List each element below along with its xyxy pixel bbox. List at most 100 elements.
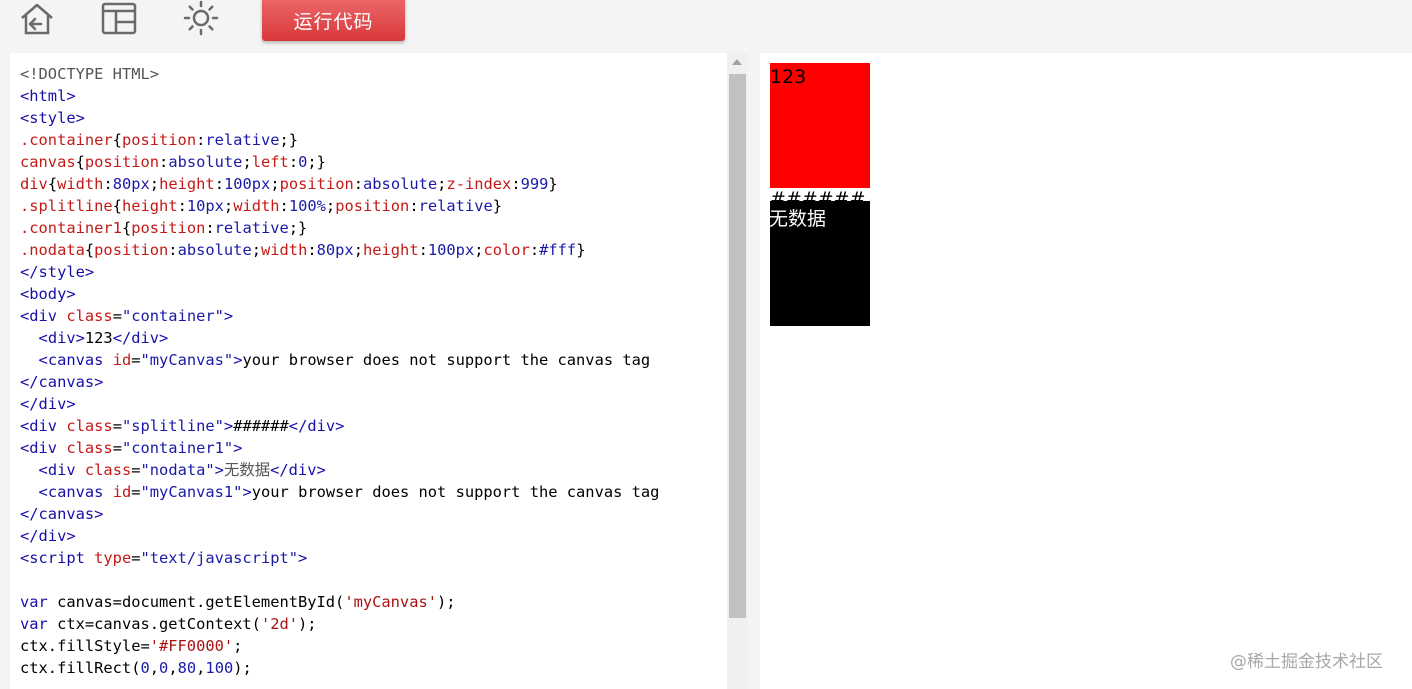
- code-token: :: [511, 175, 521, 193]
- code-token: canvas=document.getElementById(: [47, 593, 345, 611]
- code-token: <div: [38, 461, 85, 479]
- code-token: var: [20, 615, 48, 633]
- code-line: <div class="container">: [20, 305, 720, 327]
- code-token: ;: [270, 175, 280, 193]
- code-token: :: [196, 131, 206, 149]
- box1-text: 123: [770, 66, 807, 88]
- code-line: .container{position:relative;}: [20, 129, 720, 151]
- code-token: ;: [325, 197, 336, 215]
- code-token: >: [223, 417, 234, 435]
- code-editor[interactable]: <!DOCTYPE HTML> <html> <style> .container{p…: [10, 53, 748, 689]
- code-token: <canvas: [38, 351, 113, 369]
- code-token: class: [84, 461, 132, 479]
- code-token: :: [529, 241, 540, 259]
- code-token: .container1: [20, 219, 122, 237]
- code-token: >: [223, 307, 234, 325]
- brightness-icon[interactable]: [179, 0, 223, 38]
- code-token: <html>: [20, 87, 76, 105]
- code-token: relative: [214, 219, 289, 237]
- code-content[interactable]: <!DOCTYPE HTML> <html> <style> .container{p…: [20, 63, 720, 679]
- code-token: }: [548, 175, 558, 193]
- code-token: height: [121, 197, 178, 215]
- code-line: <div>123</div>: [20, 327, 720, 349]
- code-token: );: [437, 593, 456, 611]
- code-line: </style>: [20, 261, 720, 283]
- code-token: :: [279, 197, 289, 215]
- code-token: class: [66, 307, 113, 325]
- code-token: :: [159, 153, 169, 171]
- code-token: .nodata: [20, 241, 85, 259]
- home-back-icon[interactable]: [15, 0, 59, 38]
- code-token: ;: [251, 241, 261, 259]
- code-token: class: [66, 439, 113, 457]
- code-token: position: [94, 241, 169, 259]
- nodata-text: 无数据: [769, 208, 827, 230]
- code-token: <div>: [38, 329, 85, 347]
- code-token: );: [233, 659, 252, 677]
- code-token: :: [214, 175, 224, 193]
- code-token: 无数据: [223, 461, 271, 479]
- code-token: div: [20, 175, 48, 193]
- code-token: id: [112, 351, 132, 369]
- code-token: 0: [159, 659, 169, 677]
- code-token: "nodata": [140, 461, 215, 479]
- watermark: @稀土掘金技术社区: [1230, 652, 1383, 672]
- code-token: 0: [140, 659, 150, 677]
- pane-divider[interactable]: [748, 53, 760, 689]
- code-token: ;: [233, 637, 243, 655]
- code-token: {: [112, 197, 122, 215]
- code-token: 80px: [112, 175, 150, 193]
- code-token: );: [298, 615, 317, 633]
- result-preview: 123 ###### 无数据: [760, 53, 1412, 689]
- code-token: <div: [20, 307, 67, 325]
- code-token: ctx=canvas.getContext(: [47, 615, 261, 633]
- code-token: 0: [298, 153, 308, 171]
- code-token: height: [159, 175, 215, 193]
- code-line: <canvas id="myCanvas1">your browser does…: [20, 481, 720, 525]
- code-token: :: [353, 175, 364, 193]
- code-token: </div>: [270, 461, 326, 479]
- code-line: <script type="text/javascript">: [20, 547, 720, 569]
- layout-icon[interactable]: [97, 0, 141, 38]
- scroll-thumb[interactable]: [729, 74, 746, 618]
- code-token: <div: [20, 417, 67, 435]
- code-token: .container: [20, 131, 113, 149]
- code-token: :: [409, 197, 419, 215]
- code-token: your browser does not support the canvas…: [242, 351, 660, 369]
- code-line: </div>: [20, 393, 720, 415]
- run-code-button[interactable]: 运行代码: [262, 0, 405, 41]
- code-token: relative: [205, 131, 280, 149]
- code-token: position: [279, 175, 354, 193]
- code-token: {: [75, 153, 85, 171]
- code-token: =: [131, 461, 141, 479]
- code-token: <canvas: [38, 483, 113, 501]
- code-line: ctx.fillStyle='#FF0000';: [20, 635, 720, 657]
- code-token: >: [242, 483, 252, 501]
- code-token: :: [418, 241, 428, 259]
- code-token: "text/javascript": [140, 549, 299, 567]
- code-token: :: [307, 241, 317, 259]
- code-token: absolute: [168, 153, 243, 171]
- code-token: var: [20, 593, 48, 611]
- code-token: 100: [205, 659, 234, 677]
- code-token: position: [131, 219, 206, 237]
- code-token: 100px: [427, 241, 475, 259]
- code-token: id: [112, 483, 132, 501]
- code-token: <script: [20, 549, 95, 567]
- code-token: =: [131, 483, 141, 501]
- code-line: div{width:80px;height:100px;position:abs…: [20, 173, 720, 195]
- code-line: .nodata{position:absolute;width:80px;hei…: [20, 239, 720, 261]
- code-token: absolute: [363, 175, 438, 193]
- code-token: "splitline": [121, 417, 224, 435]
- code-token: '#FF0000': [149, 637, 234, 655]
- code-token: ;}: [307, 153, 326, 171]
- code-token: ctx.fillStyle=: [20, 637, 150, 655]
- code-token: <body>: [20, 285, 76, 303]
- scroll-up-arrow-icon[interactable]: [732, 59, 742, 65]
- code-token: width: [57, 175, 104, 193]
- code-token: ;}: [288, 219, 308, 237]
- code-token: ;: [149, 175, 160, 193]
- editor-scrollbar[interactable]: [727, 53, 748, 689]
